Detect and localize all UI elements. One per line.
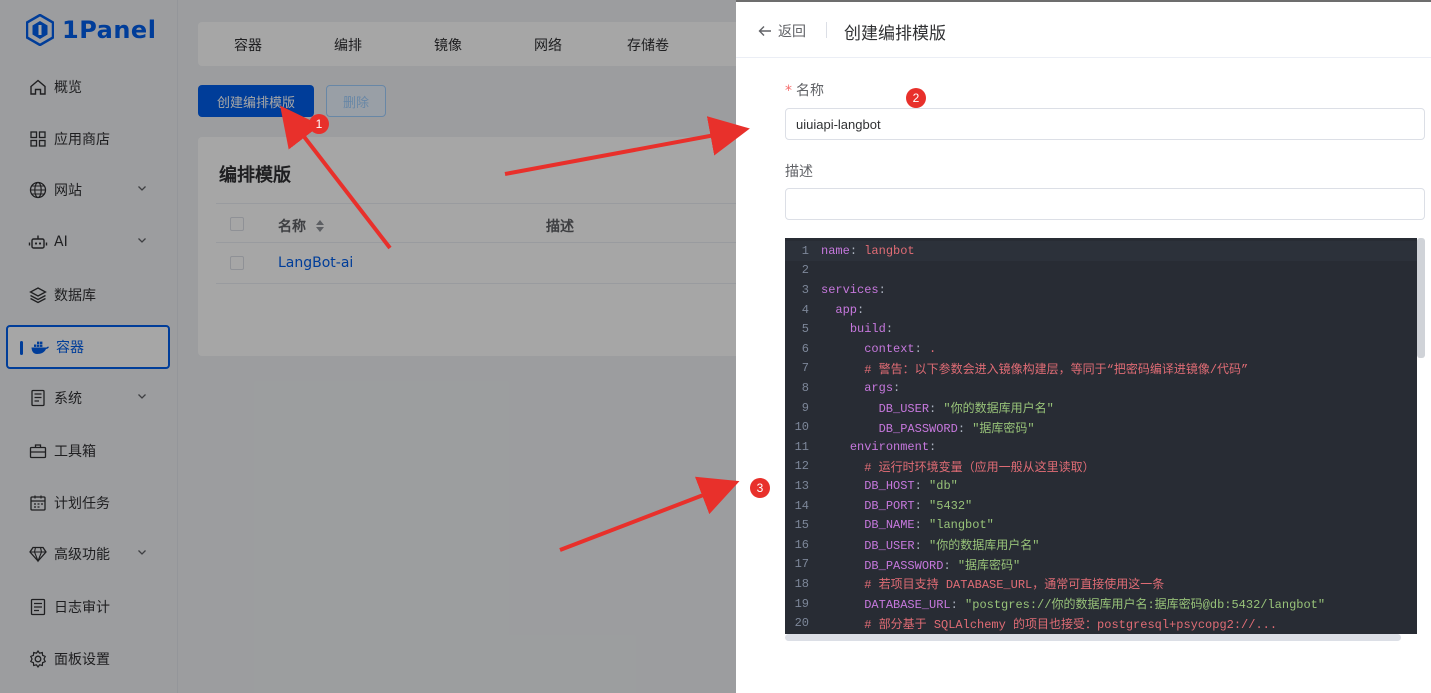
description-label: 描述 — [785, 164, 813, 180]
code-text: # 运行时环境变量（应用一般从这里读取） — [864, 460, 1095, 475]
code-text: # 若项目支持 DATABASE_URL，通常可直接使用这一条 — [864, 578, 1165, 593]
code-text: environment: — [849, 439, 937, 454]
editor-line[interactable]: 4 app: — [785, 300, 1417, 320]
code-text: # 部分基于 SQLAlchemy 的项目也接受：postgresql+psyc… — [864, 617, 1278, 632]
drawer-top-border — [736, 0, 1431, 2]
code-text: services: — [821, 282, 886, 297]
line-number: 18 — [794, 576, 809, 591]
line-number: 14 — [794, 498, 809, 513]
line-number: 10 — [794, 420, 809, 435]
editor-line[interactable]: 11 environment: — [785, 437, 1417, 457]
editor-line[interactable]: 12 # 运行时环境变量（应用一般从这里读取） — [785, 457, 1417, 477]
code-text: DB_USER: "你的数据库用户名" — [864, 539, 1040, 554]
line-number: 3 — [801, 282, 809, 297]
editor-horizontal-scrollbar[interactable] — [785, 634, 1401, 641]
annotation-badge-1: 1 — [309, 114, 329, 134]
line-number: 11 — [794, 439, 809, 454]
name-input[interactable]: uiuiapi-langbot — [785, 108, 1425, 140]
arrow-left-icon — [758, 26, 771, 36]
editor-line[interactable]: 20 # 部分基于 SQLAlchemy 的项目也接受：postgresql+p… — [785, 613, 1417, 633]
header-divider — [826, 22, 827, 38]
editor-line[interactable]: 10 DB_PASSWORD: "据库密码" — [785, 417, 1417, 437]
editor-line[interactable]: 7 # 警告：以下参数会进入镜像构建层，等同于“把密码编译进镜像/代码” — [785, 359, 1417, 379]
code-text: DB_PASSWORD: "据库密码" — [864, 558, 1021, 573]
drawer-header: 返回 创建编排模版 — [736, 0, 1431, 58]
code-text: DB_USER: "你的数据库用户名" — [878, 402, 1054, 417]
editor-line[interactable]: 5 build: — [785, 319, 1417, 339]
line-number: 5 — [801, 322, 809, 337]
code-text: DATABASE_URL: "postgres://你的数据库用户名:据库密码@… — [864, 598, 1326, 613]
editor-line[interactable]: 19 DATABASE_URL: "postgres://你的数据库用户名:据库… — [785, 594, 1417, 614]
line-number: 20 — [794, 616, 809, 631]
compose-code-editor[interactable]: 1 name: langbot 2 3 services: 4 app: 5 build: 6… — [785, 238, 1417, 634]
editor-line[interactable]: 9 DB_USER: "你的数据库用户名" — [785, 398, 1417, 418]
modal-overlay[interactable] — [0, 0, 736, 693]
editor-line[interactable]: 17 DB_PASSWORD: "据库密码" — [785, 555, 1417, 575]
back-label: 返回 — [778, 24, 806, 40]
back-button[interactable]: 返回 — [758, 21, 806, 41]
code-text: name: langbot — [821, 243, 915, 258]
line-number: 4 — [801, 302, 809, 317]
code-text: # 警告：以下参数会进入镜像构建层，等同于“把密码编译进镜像/代码” — [864, 362, 1249, 377]
line-number: 16 — [794, 537, 809, 552]
code-text: DB_HOST: "db" — [864, 478, 958, 493]
description-input[interactable] — [785, 188, 1425, 220]
editor-line[interactable]: 15 DB_NAME: "langbot" — [785, 515, 1417, 535]
code-text: DB_NAME: "langbot" — [864, 518, 994, 533]
editor-line[interactable]: 18 # 若项目支持 DATABASE_URL，通常可直接使用这一条 — [785, 574, 1417, 594]
code-text: DB_PASSWORD: "据库密码" — [878, 421, 1035, 436]
code-text: args: — [864, 380, 901, 395]
line-number: 12 — [794, 459, 809, 474]
code-text: DB_PORT: "5432" — [864, 498, 973, 513]
editor-line[interactable]: 3 services: — [785, 280, 1417, 300]
editor-line[interactable]: 8 args: — [785, 378, 1417, 398]
code-text: app: — [835, 302, 865, 317]
name-label-text: 名称 — [796, 83, 824, 99]
editor-scrollbar[interactable] — [1417, 238, 1425, 358]
line-number: 15 — [794, 518, 809, 533]
line-number: 13 — [794, 478, 809, 493]
editor-line[interactable]: 1 name: langbot — [785, 241, 1417, 261]
line-number: 7 — [801, 361, 809, 376]
line-number: 19 — [794, 596, 809, 611]
line-number: 1 — [801, 243, 809, 258]
line-number: 17 — [794, 557, 809, 572]
line-number: 9 — [801, 400, 809, 415]
editor-line[interactable]: 6 context: . — [785, 339, 1417, 359]
code-text: context: . — [864, 341, 937, 356]
editor-line[interactable]: 13 DB_HOST: "db" — [785, 476, 1417, 496]
line-number: 6 — [801, 341, 809, 356]
create-template-drawer: 返回 创建编排模版 * 名称 uiuiapi-langbot 描述 1 name: … — [736, 0, 1431, 693]
drawer-title: 创建编排模版 — [844, 24, 946, 44]
editor-line[interactable]: 16 DB_USER: "你的数据库用户名" — [785, 535, 1417, 555]
annotation-badge-3: 3 — [750, 478, 770, 498]
name-label: * 名称 — [785, 83, 824, 99]
line-number: 8 — [801, 380, 809, 395]
editor-line[interactable]: 14 DB_PORT: "5432" — [785, 496, 1417, 516]
line-number: 2 — [801, 263, 809, 278]
annotation-badge-2: 2 — [906, 88, 926, 108]
code-text: build: — [849, 322, 894, 337]
editor-line[interactable]: 2 — [785, 261, 1417, 281]
